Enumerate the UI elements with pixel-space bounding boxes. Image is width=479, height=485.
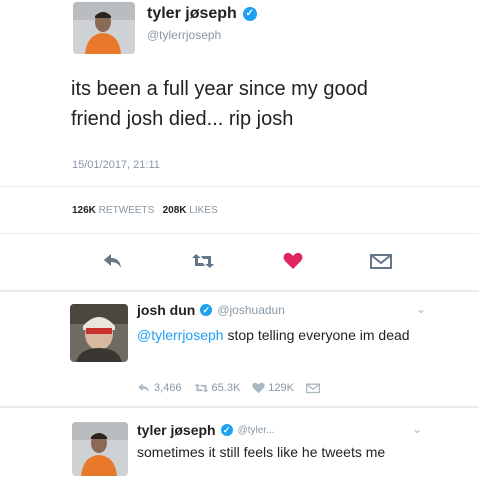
reply-button[interactable]: 3,466 — [137, 382, 182, 394]
retweet-button[interactable] — [191, 252, 215, 270]
avatar[interactable] — [70, 304, 128, 362]
divider — [0, 186, 479, 187]
retweets-label[interactable]: RETWEETS — [99, 205, 155, 216]
main-tweet: tyler jøseph ✓ @tylerrjoseph its been a … — [0, 0, 479, 288]
engagement-stats: 126K RETWEETS 208K LIKES — [72, 205, 218, 216]
heart-icon — [283, 252, 303, 269]
verified-badge-icon: ✓ — [220, 424, 233, 436]
heart-icon — [252, 382, 265, 394]
action-bar: 3,466 65.3K 129K — [137, 382, 320, 394]
handle[interactable]: @tylerrjoseph — [147, 28, 221, 42]
handle[interactable]: @joshuadun — [217, 303, 285, 317]
reply-button[interactable] — [102, 252, 124, 270]
display-name[interactable]: tyler jøseph — [147, 5, 237, 23]
dm-icon — [369, 254, 392, 269]
divider — [0, 233, 479, 234]
mention-link[interactable]: @tylerrjoseph — [137, 327, 224, 343]
author-name-row: tyler jøseph ✓ @tyler... — [137, 422, 274, 438]
tweet-text: @tylerrjoseph stop telling everyone im d… — [137, 325, 422, 345]
avatar-image — [70, 304, 128, 362]
tweet-text-body: stop telling everyone im dead — [227, 327, 410, 343]
reply-tweet: tyler jøseph ✓ @tyler... ⌄ sometimes it … — [0, 408, 479, 485]
avatar-image — [72, 422, 128, 476]
dm-button[interactable] — [369, 252, 392, 270]
author-name-row: josh dun ✓ @joshuadun — [137, 302, 285, 318]
retweet-button[interactable]: 65.3K — [194, 382, 241, 394]
dm-icon — [305, 383, 320, 394]
reply-icon — [138, 383, 150, 393]
timestamp[interactable]: 15/01/2017, 21:11 — [72, 159, 160, 171]
like-count[interactable]: 208K — [163, 205, 187, 216]
chevron-down-icon[interactable]: ⌄ — [416, 302, 426, 316]
dm-button[interactable] — [305, 382, 320, 394]
like-button[interactable]: 129K — [252, 382, 294, 394]
avatar[interactable] — [72, 422, 128, 476]
reply-tweet: josh dun ✓ @joshuadun ⌄ @tylerrjoseph st… — [0, 292, 479, 404]
chevron-down-icon[interactable]: ⌄ — [412, 422, 422, 436]
retweet-icon — [194, 383, 208, 393]
like-count: 129K — [268, 382, 294, 394]
author-name-row: tyler jøseph ✓ — [147, 5, 257, 23]
likes-label[interactable]: LIKES — [189, 205, 217, 216]
avatar-image — [73, 2, 135, 54]
like-button[interactable] — [283, 252, 303, 270]
retweet-count[interactable]: 126K — [72, 205, 96, 216]
action-bar — [102, 252, 392, 270]
verified-badge-icon: ✓ — [242, 7, 257, 21]
handle[interactable]: @tyler... — [238, 425, 275, 436]
retweet-icon — [192, 254, 215, 268]
reply-icon — [104, 254, 121, 268]
tweet-text: its been a full year since my good frien… — [71, 78, 368, 130]
avatar[interactable] — [73, 2, 135, 54]
retweet-count: 65.3K — [211, 382, 241, 394]
tweet-text: sometimes it still feels like he tweets … — [137, 444, 386, 460]
display-name[interactable]: josh dun — [137, 302, 195, 318]
reply-count: 3,466 — [154, 382, 182, 394]
verified-badge-icon: ✓ — [200, 304, 213, 316]
display-name[interactable]: tyler jøseph — [137, 422, 216, 438]
